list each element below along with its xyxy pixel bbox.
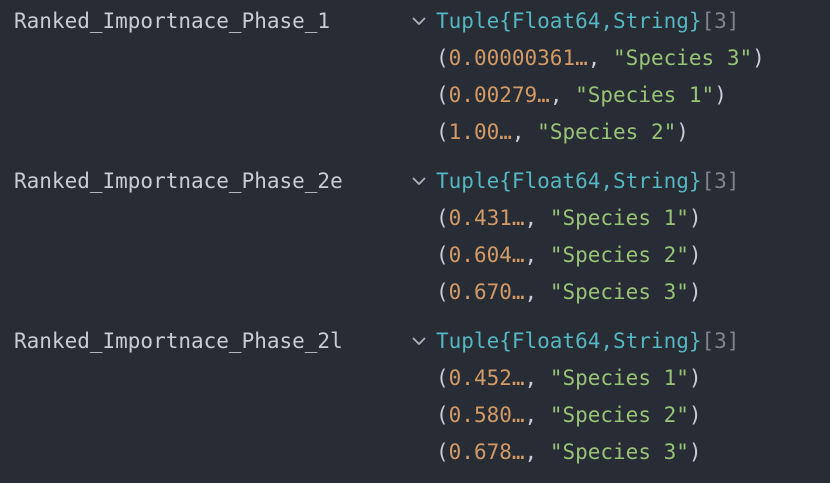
open-paren: ( — [436, 440, 449, 464]
close-paren: ) — [688, 280, 702, 304]
chevron-down-icon[interactable] — [410, 323, 428, 360]
tuple-string-value: "Species 3" — [549, 280, 689, 304]
tuple-float-value: 0.431… — [448, 206, 525, 230]
close-paren: ) — [714, 83, 727, 107]
open-paren: ( — [436, 280, 449, 304]
tuple-float-value: 0.678… — [448, 440, 525, 464]
tuple-list: (0.431…, "Species 1") (0.604…, "Species … — [436, 200, 702, 311]
close-paren: ) — [688, 440, 702, 464]
variable-type[interactable]: Tuple{Float64,String}[3] — [436, 163, 739, 200]
variable-inspector-panel: Ranked_Importnace_Phase_1 Tuple{Float64,… — [0, 0, 830, 483]
variable-name[interactable]: Ranked_Importnace_Phase_2e — [14, 163, 343, 200]
separator: , — [524, 206, 550, 230]
open-paren: ( — [436, 46, 449, 70]
open-paren: ( — [436, 366, 449, 390]
close-paren: ) — [688, 403, 702, 427]
tuple-string-value: "Species 2" — [537, 120, 677, 144]
tuple-row[interactable]: (1.00…, "Species 2") — [436, 114, 765, 151]
element-count: [3] — [701, 169, 740, 193]
type-name: Tuple{Float64,String} — [436, 169, 702, 193]
tuple-list: (0.00000361…, "Species 3") (0.00279…, "S… — [436, 40, 765, 151]
tuple-row[interactable]: (0.580…, "Species 2") — [436, 397, 702, 434]
tuple-string-value: "Species 2" — [549, 243, 689, 267]
tuple-string-value: "Species 1" — [549, 366, 689, 390]
tuple-row[interactable]: (0.431…, "Species 1") — [436, 200, 702, 237]
tuple-float-value: 1.00… — [448, 120, 512, 144]
tuple-row[interactable]: (0.678…, "Species 3") — [436, 434, 702, 471]
variable-type[interactable]: Tuple{Float64,String}[3] — [436, 323, 739, 360]
separator: , — [524, 280, 550, 304]
separator: , — [524, 403, 550, 427]
tuple-float-value: 0.670… — [448, 280, 525, 304]
tuple-float-value: 0.452… — [448, 366, 525, 390]
tuple-row[interactable]: (0.00279…, "Species 1") — [436, 77, 765, 114]
variable-name[interactable]: Ranked_Importnace_Phase_2l — [14, 323, 343, 360]
close-paren: ) — [752, 46, 765, 70]
element-count: [3] — [701, 9, 740, 33]
type-name: Tuple{Float64,String} — [436, 329, 702, 353]
close-paren: ) — [688, 243, 702, 267]
separator: , — [511, 120, 538, 144]
tuple-row[interactable]: (0.670…, "Species 3") — [436, 274, 702, 311]
element-count: [3] — [701, 329, 740, 353]
close-paren: ) — [676, 120, 689, 144]
tuple-row[interactable]: (0.452…, "Species 1") — [436, 360, 702, 397]
tuple-float-value: 0.00279… — [448, 83, 550, 107]
close-paren: ) — [688, 206, 702, 230]
type-name: Tuple{Float64,String} — [436, 9, 702, 33]
tuple-string-value: "Species 1" — [549, 206, 689, 230]
tuple-float-value: 0.00000361… — [448, 46, 588, 70]
tuple-row[interactable]: (0.604…, "Species 2") — [436, 237, 702, 274]
open-paren: ( — [436, 403, 449, 427]
separator: , — [524, 243, 550, 267]
open-paren: ( — [436, 243, 449, 267]
separator: , — [549, 83, 576, 107]
tuple-float-value: 0.604… — [448, 243, 525, 267]
tuple-string-value: "Species 3" — [549, 440, 689, 464]
chevron-down-icon[interactable] — [410, 163, 428, 200]
tuple-string-value: "Species 1" — [575, 83, 715, 107]
tuple-list: (0.452…, "Species 1") (0.580…, "Species … — [436, 360, 702, 471]
tuple-row[interactable]: (0.00000361…, "Species 3") — [436, 40, 765, 77]
separator: , — [587, 46, 614, 70]
open-paren: ( — [436, 83, 449, 107]
separator: , — [524, 366, 550, 390]
separator: , — [524, 440, 550, 464]
chevron-down-icon[interactable] — [410, 3, 428, 40]
open-paren: ( — [436, 120, 449, 144]
open-paren: ( — [436, 206, 449, 230]
variable-type[interactable]: Tuple{Float64,String}[3] — [436, 3, 739, 40]
variable-name[interactable]: Ranked_Importnace_Phase_1 — [14, 3, 330, 40]
tuple-string-value: "Species 2" — [549, 403, 689, 427]
tuple-float-value: 0.580… — [448, 403, 525, 427]
close-paren: ) — [688, 366, 702, 390]
tuple-string-value: "Species 3" — [613, 46, 753, 70]
